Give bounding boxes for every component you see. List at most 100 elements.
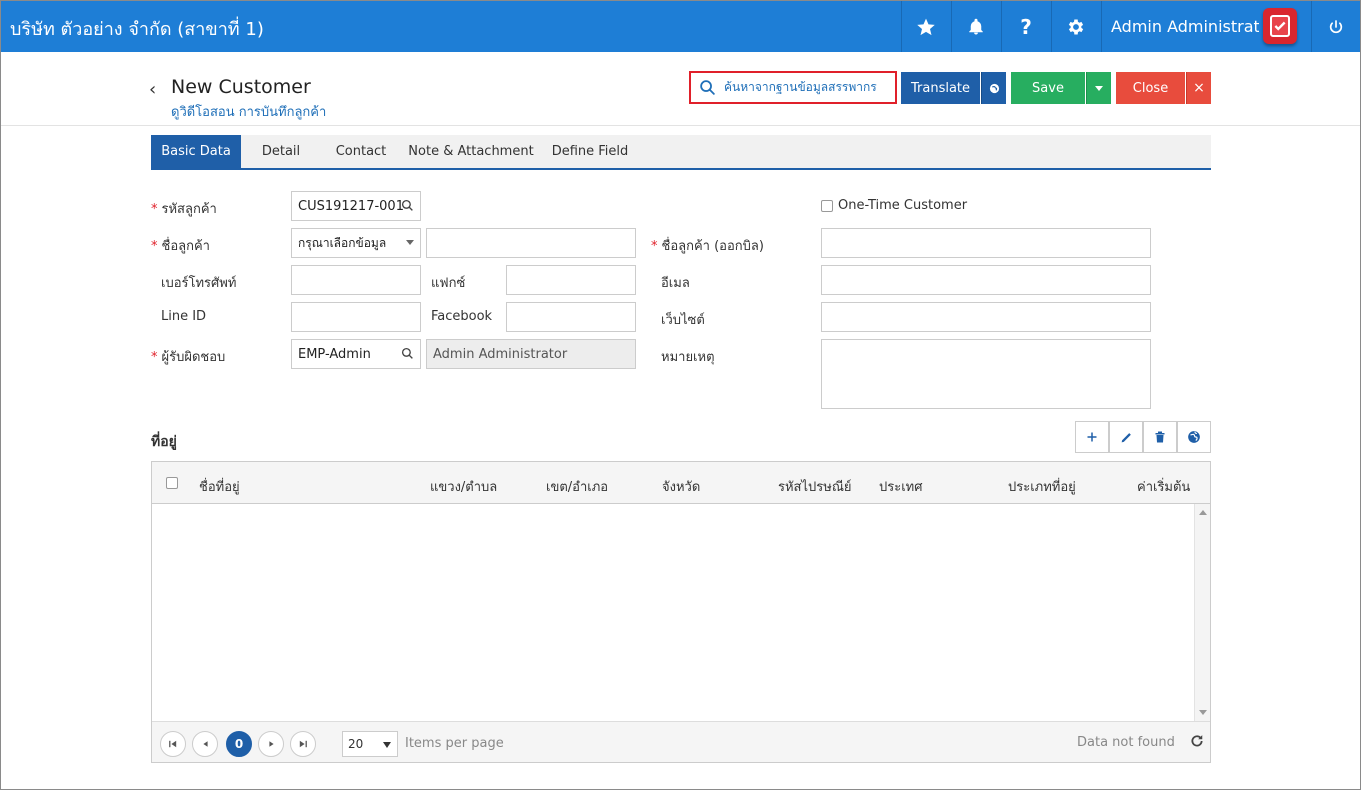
facebook-input[interactable] <box>506 302 636 332</box>
grid-pager: 0 20 Items per page Data not found <box>152 721 1210 762</box>
map-address-button[interactable] <box>1177 421 1211 453</box>
owner-code-field[interactable]: EMP-Admin <box>291 339 421 369</box>
company-name: บริษัท ตัวอย่าง จำกัด (สาขาที่ 1) <box>10 19 264 40</box>
website-label: เว็บไซต์ <box>661 313 705 328</box>
caret-down-icon <box>1095 85 1103 91</box>
scroll-down-icon[interactable] <box>1199 710 1207 715</box>
column-header[interactable]: รหัสไปรษณีย์ <box>778 476 852 497</box>
user-menu[interactable]: Admin Administrator <box>1101 1 1259 52</box>
save-button[interactable]: Save <box>1011 72 1085 104</box>
column-header[interactable]: เขต/อำเภอ <box>546 476 608 497</box>
close-button[interactable]: Close <box>1116 72 1185 104</box>
prev-page-icon <box>202 741 208 747</box>
power-icon <box>1329 19 1343 33</box>
search-icon[interactable] <box>401 199 414 212</box>
fax-input[interactable] <box>506 265 636 295</box>
translate-language-button[interactable] <box>981 72 1006 104</box>
bill-name-input[interactable] <box>821 228 1151 258</box>
column-header[interactable]: ประเภทที่อยู่ <box>1008 476 1076 497</box>
tab-note-attachment[interactable]: Note & Attachment <box>401 135 541 168</box>
items-per-page-label: Items per page <box>405 736 504 751</box>
page-size-select[interactable]: 20 <box>342 731 398 757</box>
plus-icon <box>1087 432 1097 442</box>
customer-name-label: * ชื่อลูกค้า <box>151 239 210 254</box>
tab-define-field[interactable]: Define Field <box>541 135 639 168</box>
line-id-input[interactable] <box>291 302 421 332</box>
settings-button[interactable] <box>1051 1 1100 52</box>
grid-scrollbar[interactable] <box>1194 504 1210 721</box>
scroll-up-icon[interactable] <box>1199 510 1207 515</box>
delete-address-button[interactable] <box>1143 421 1177 453</box>
back-icon[interactable]: ‹ <box>149 79 156 100</box>
email-label: อีเมล <box>661 276 690 291</box>
address-grid: ชื่อที่อยู่ แขวง/ตำบล เขต/อำเภอ จังหวัด … <box>151 461 1211 763</box>
phone-input[interactable] <box>291 265 421 295</box>
one-time-customer-checkbox[interactable] <box>821 200 833 212</box>
edit-address-button[interactable] <box>1109 421 1143 453</box>
close-icon: × <box>1193 80 1205 96</box>
email-input[interactable] <box>821 265 1151 295</box>
line-id-label: Line ID <box>161 309 207 324</box>
prefix-select-value: กรุณาเลือกข้อมูล <box>298 235 387 250</box>
page-title: New Customer <box>171 76 311 98</box>
current-page[interactable]: 0 <box>226 731 252 757</box>
customer-name-input[interactable] <box>426 228 636 258</box>
phone-label: เบอร์โทรศัพท์ <box>161 276 237 291</box>
column-header[interactable]: แขวง/ตำบล <box>430 476 497 497</box>
page-size-value: 20 <box>348 737 364 751</box>
logout-button[interactable] <box>1311 1 1360 52</box>
column-header[interactable]: ชื่อที่อยู่ <box>199 476 240 497</box>
revenue-db-search-button[interactable]: ค้นหาจากฐานข้อมูลสรรพากร <box>689 71 897 104</box>
search-label: ค้นหาจากฐานข้อมูลสรรพากร <box>724 80 877 94</box>
help-button[interactable]: ? <box>1001 1 1050 52</box>
search-icon <box>700 80 715 95</box>
top-bar: บริษัท ตัวอย่าง จำกัด (สาขาที่ 1) ? Admi… <box>1 1 1360 52</box>
bell-icon <box>969 18 983 34</box>
refresh-icon[interactable] <box>1190 734 1204 748</box>
add-address-button[interactable] <box>1075 421 1109 453</box>
tutorial-link[interactable]: ดูวิดีโอสอน การบันทึกลูกค้า <box>171 101 326 122</box>
column-header[interactable]: จังหวัด <box>662 476 700 497</box>
column-header[interactable]: ค่าเริ่มต้น <box>1137 476 1190 497</box>
search-icon[interactable] <box>401 347 414 360</box>
header-divider <box>1 125 1360 126</box>
favorite-button[interactable] <box>901 1 950 52</box>
last-page-button[interactable] <box>290 731 316 757</box>
one-time-customer-label: One-Time Customer <box>838 198 968 213</box>
tab-contact[interactable]: Contact <box>321 135 401 168</box>
owner-label: * ผู้รับผิดชอบ <box>151 350 226 365</box>
customer-code-value: CUS191217-001 <box>298 198 404 214</box>
caret-down-icon <box>406 240 414 245</box>
website-input[interactable] <box>821 302 1151 332</box>
first-page-icon <box>169 740 177 748</box>
save-options-button[interactable] <box>1086 72 1111 104</box>
trash-icon <box>1155 431 1165 443</box>
help-icon: ? <box>1020 14 1032 39</box>
bill-name-label: * ชื่อลูกค้า (ออกบิล) <box>651 239 764 254</box>
tab-detail[interactable]: Detail <box>241 135 321 168</box>
gear-icon <box>1068 19 1084 34</box>
note-textarea[interactable] <box>821 339 1151 409</box>
column-header[interactable]: ประเทศ <box>879 476 922 497</box>
prefix-select[interactable]: กรุณาเลือกข้อมูล <box>291 228 421 258</box>
close-x-button[interactable]: × <box>1186 72 1211 104</box>
globe-icon <box>989 83 999 93</box>
prev-page-button[interactable] <box>192 731 218 757</box>
first-page-button[interactable] <box>160 731 186 757</box>
address-section-title: ที่อยู่ <box>151 434 177 450</box>
customer-code-field[interactable]: CUS191217-001 <box>291 191 421 221</box>
translate-button[interactable]: Translate <box>901 72 980 104</box>
tab-basic-data[interactable]: Basic Data <box>151 135 241 168</box>
owner-code-value: EMP-Admin <box>298 346 371 362</box>
grid-header: ชื่อที่อยู่ แขวง/ตำบล เขต/อำเภอ จังหวัด … <box>152 462 1210 504</box>
next-page-button[interactable] <box>258 731 284 757</box>
fax-label: แฟกซ์ <box>431 276 466 291</box>
check-icon <box>1274 21 1286 31</box>
select-all-checkbox[interactable] <box>166 477 178 489</box>
globe-icon <box>1188 431 1200 443</box>
tab-bar: Basic Data Detail Contact Note & Attachm… <box>151 135 1211 170</box>
customer-code-label: * รหัสลูกค้า <box>151 202 217 217</box>
empty-status: Data not found <box>1077 735 1175 750</box>
notification-button[interactable] <box>951 1 1000 52</box>
caret-down-icon <box>383 742 391 748</box>
